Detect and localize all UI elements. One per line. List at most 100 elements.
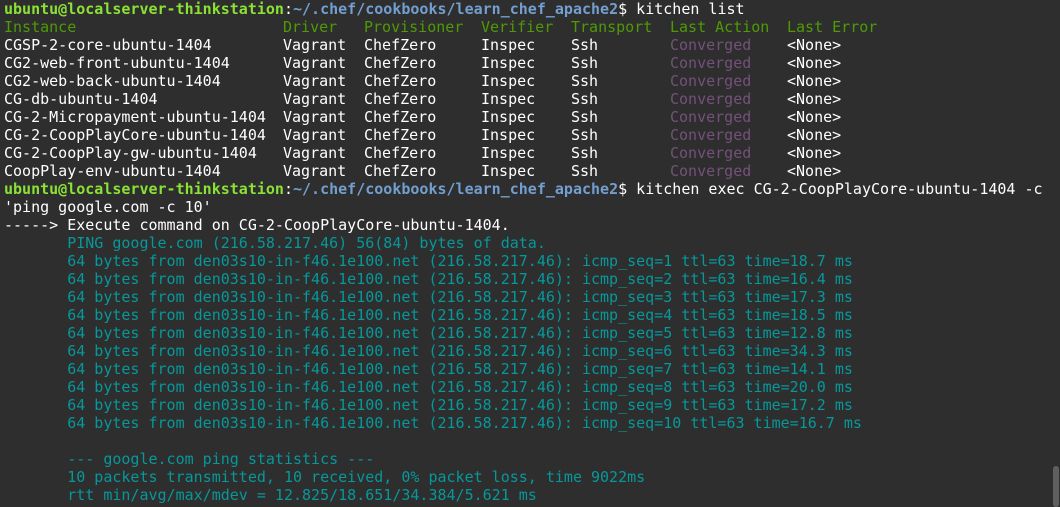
- cell-instance: CG-2-Micropayment-ubuntu-1404: [4, 108, 266, 126]
- header-last-action: Last Action: [670, 18, 770, 36]
- cell-last-action: Converged: [670, 162, 752, 180]
- cell-driver: Vagrant: [283, 126, 347, 144]
- cell-verifier: Inspec: [481, 36, 536, 54]
- cell-last-action: Converged: [670, 72, 752, 90]
- cell-last-error: <None>: [787, 36, 842, 54]
- cell-driver: Vagrant: [283, 90, 347, 108]
- cell-last-action: Converged: [670, 36, 752, 54]
- cell-driver: Vagrant: [283, 54, 347, 72]
- table-row: CG2-web-front-ubuntu-1404 Vagrant ChefZero…: [4, 54, 1060, 72]
- cell-verifier: Inspec: [481, 108, 536, 126]
- prompt-user-host: ubuntu@localserver-thinkstation: [4, 0, 284, 18]
- header-verifier: Verifier: [481, 18, 554, 36]
- cell-last-error: <None>: [787, 126, 842, 144]
- ping-reply-line: 64 bytes from den03s10-in-f46.1e100.net …: [4, 396, 853, 414]
- prompt-user-host: ubuntu@localserver-thinkstation: [4, 180, 284, 198]
- ping-stats-header: --- google.com ping statistics ---: [4, 450, 375, 468]
- table-row: CG-db-ubuntu-1404 Vagrant ChefZero Inspec Ss…: [4, 90, 1060, 108]
- cell-last-action: Converged: [670, 90, 752, 108]
- cell-verifier: Inspec: [481, 72, 536, 90]
- cell-last-action: Converged: [670, 108, 752, 126]
- cell-instance: CG2-web-front-ubuntu-1404: [4, 54, 230, 72]
- prompt-path: ~/.chef/cookbooks/learn_chef_apache2: [293, 180, 619, 198]
- table-row: CoopPlay-env-ubuntu-1404 Vagrant ChefZero I…: [4, 162, 1060, 180]
- cell-provisioner: ChefZero: [364, 72, 437, 90]
- command-text: kitchen exec CG-2-CoopPlayCore-ubuntu-14…: [636, 180, 1043, 198]
- cell-driver: Vagrant: [283, 36, 347, 54]
- ping-reply-line: 64 bytes from den03s10-in-f46.1e100.net …: [4, 342, 853, 360]
- ping-reply-line: 64 bytes from den03s10-in-f46.1e100.net …: [4, 252, 853, 270]
- scrollbar-thumb[interactable]: [1053, 466, 1059, 507]
- cell-transport: Ssh: [571, 162, 599, 180]
- cell-transport: Ssh: [571, 108, 599, 126]
- prompt-path: ~/.chef/cookbooks/learn_chef_apache2: [293, 0, 619, 18]
- cell-verifier: Inspec: [481, 54, 536, 72]
- table-row: CG-2-Micropayment-ubuntu-1404 Vagrant Chef…: [4, 108, 1060, 126]
- cell-driver: Vagrant: [283, 162, 347, 180]
- command-text: kitchen list: [636, 0, 745, 18]
- ping-reply-line: 64 bytes from den03s10-in-f46.1e100.net …: [4, 288, 853, 306]
- command-continuation: 'ping google.com -c 10': [4, 198, 212, 216]
- cell-provisioner: ChefZero: [364, 162, 437, 180]
- cell-transport: Ssh: [571, 90, 599, 108]
- cell-last-error: <None>: [787, 54, 842, 72]
- ping-reply-line: 64 bytes from den03s10-in-f46.1e100.net …: [4, 306, 853, 324]
- execute-line: -----> Execute command on CG-2-CoopPlayC…: [4, 216, 510, 234]
- prompt-dollar: $: [618, 0, 637, 18]
- cell-transport: Ssh: [571, 54, 599, 72]
- cell-verifier: Inspec: [481, 144, 536, 162]
- ping-header: PING google.com (216.58.217.46) 56(84) b…: [4, 234, 546, 252]
- ping-stats-rtt: rtt min/avg/max/mdev = 12.825/18.651/34.…: [4, 486, 537, 504]
- prompt-line: ubuntu@localserver-thinkstation:~/.chef/…: [4, 180, 1043, 198]
- cell-last-action: Converged: [670, 144, 752, 162]
- cell-driver: Vagrant: [283, 72, 347, 90]
- cell-provisioner: ChefZero: [364, 36, 437, 54]
- ping-stats-packets: 10 packets transmitted, 10 received, 0% …: [4, 468, 646, 486]
- header-transport: Transport: [571, 18, 653, 36]
- cell-transport: Ssh: [571, 36, 599, 54]
- table-header: Instance Driver Provisioner Verifier Transpo…: [4, 18, 1060, 36]
- cell-instance: CGSP-2-core-ubuntu-1404: [4, 36, 212, 54]
- ping-reply-line: 64 bytes from den03s10-in-f46.1e100.net …: [4, 378, 853, 396]
- cell-last-action: Converged: [670, 126, 752, 144]
- cell-instance: CG-db-ubuntu-1404: [4, 90, 158, 108]
- header-last-error: Last Error: [787, 18, 878, 36]
- cell-transport: Ssh: [571, 144, 599, 162]
- cell-transport: Ssh: [571, 126, 599, 144]
- cell-provisioner: ChefZero: [364, 90, 437, 108]
- header-instance: Instance: [4, 18, 77, 36]
- cell-instance: CG-2-CoopPlayCore-ubuntu-1404: [4, 126, 266, 144]
- header-provisioner: Provisioner: [364, 18, 464, 36]
- cell-driver: Vagrant: [283, 108, 347, 126]
- cell-transport: Ssh: [571, 72, 599, 90]
- cell-provisioner: ChefZero: [364, 108, 437, 126]
- cell-driver: Vagrant: [283, 144, 347, 162]
- header-driver: Driver: [283, 18, 338, 36]
- cell-provisioner: ChefZero: [364, 144, 437, 162]
- cell-last-error: <None>: [787, 108, 842, 126]
- cell-last-error: <None>: [787, 162, 842, 180]
- cell-provisioner: ChefZero: [364, 54, 437, 72]
- cell-instance: CG-2-CoopPlay-gw-ubuntu-1404: [4, 144, 257, 162]
- prompt-line: ubuntu@localserver-thinkstation:~/.chef/…: [4, 0, 745, 18]
- cell-verifier: Inspec: [481, 162, 536, 180]
- cell-last-error: <None>: [787, 144, 842, 162]
- cell-last-error: <None>: [787, 90, 842, 108]
- terminal-window[interactable]: ubuntu@localserver-thinkstation:~/.chef/…: [0, 0, 1060, 507]
- table-row: CG-2-CoopPlay-gw-ubuntu-1404 Vagrant ChefZ…: [4, 144, 1060, 162]
- cell-verifier: Inspec: [481, 90, 536, 108]
- cell-last-error: <None>: [787, 72, 842, 90]
- cell-verifier: Inspec: [481, 126, 536, 144]
- ping-reply-line: 64 bytes from den03s10-in-f46.1e100.net …: [4, 270, 853, 288]
- table-row: CG-2-CoopPlayCore-ubuntu-1404 Vagrant Chef…: [4, 126, 1060, 144]
- cell-provisioner: ChefZero: [364, 126, 437, 144]
- ping-reply-line: 64 bytes from den03s10-in-f46.1e100.net …: [4, 414, 862, 432]
- prompt-dollar: $: [618, 180, 637, 198]
- ping-reply-line: 64 bytes from den03s10-in-f46.1e100.net …: [4, 324, 853, 342]
- ping-reply-line: 64 bytes from den03s10-in-f46.1e100.net …: [4, 360, 853, 378]
- cell-instance: CG2-web-back-ubuntu-1404: [4, 72, 221, 90]
- cell-instance: CoopPlay-env-ubuntu-1404: [4, 162, 221, 180]
- table-row: CG2-web-back-ubuntu-1404 Vagrant ChefZero I…: [4, 72, 1060, 90]
- cell-last-action: Converged: [670, 54, 752, 72]
